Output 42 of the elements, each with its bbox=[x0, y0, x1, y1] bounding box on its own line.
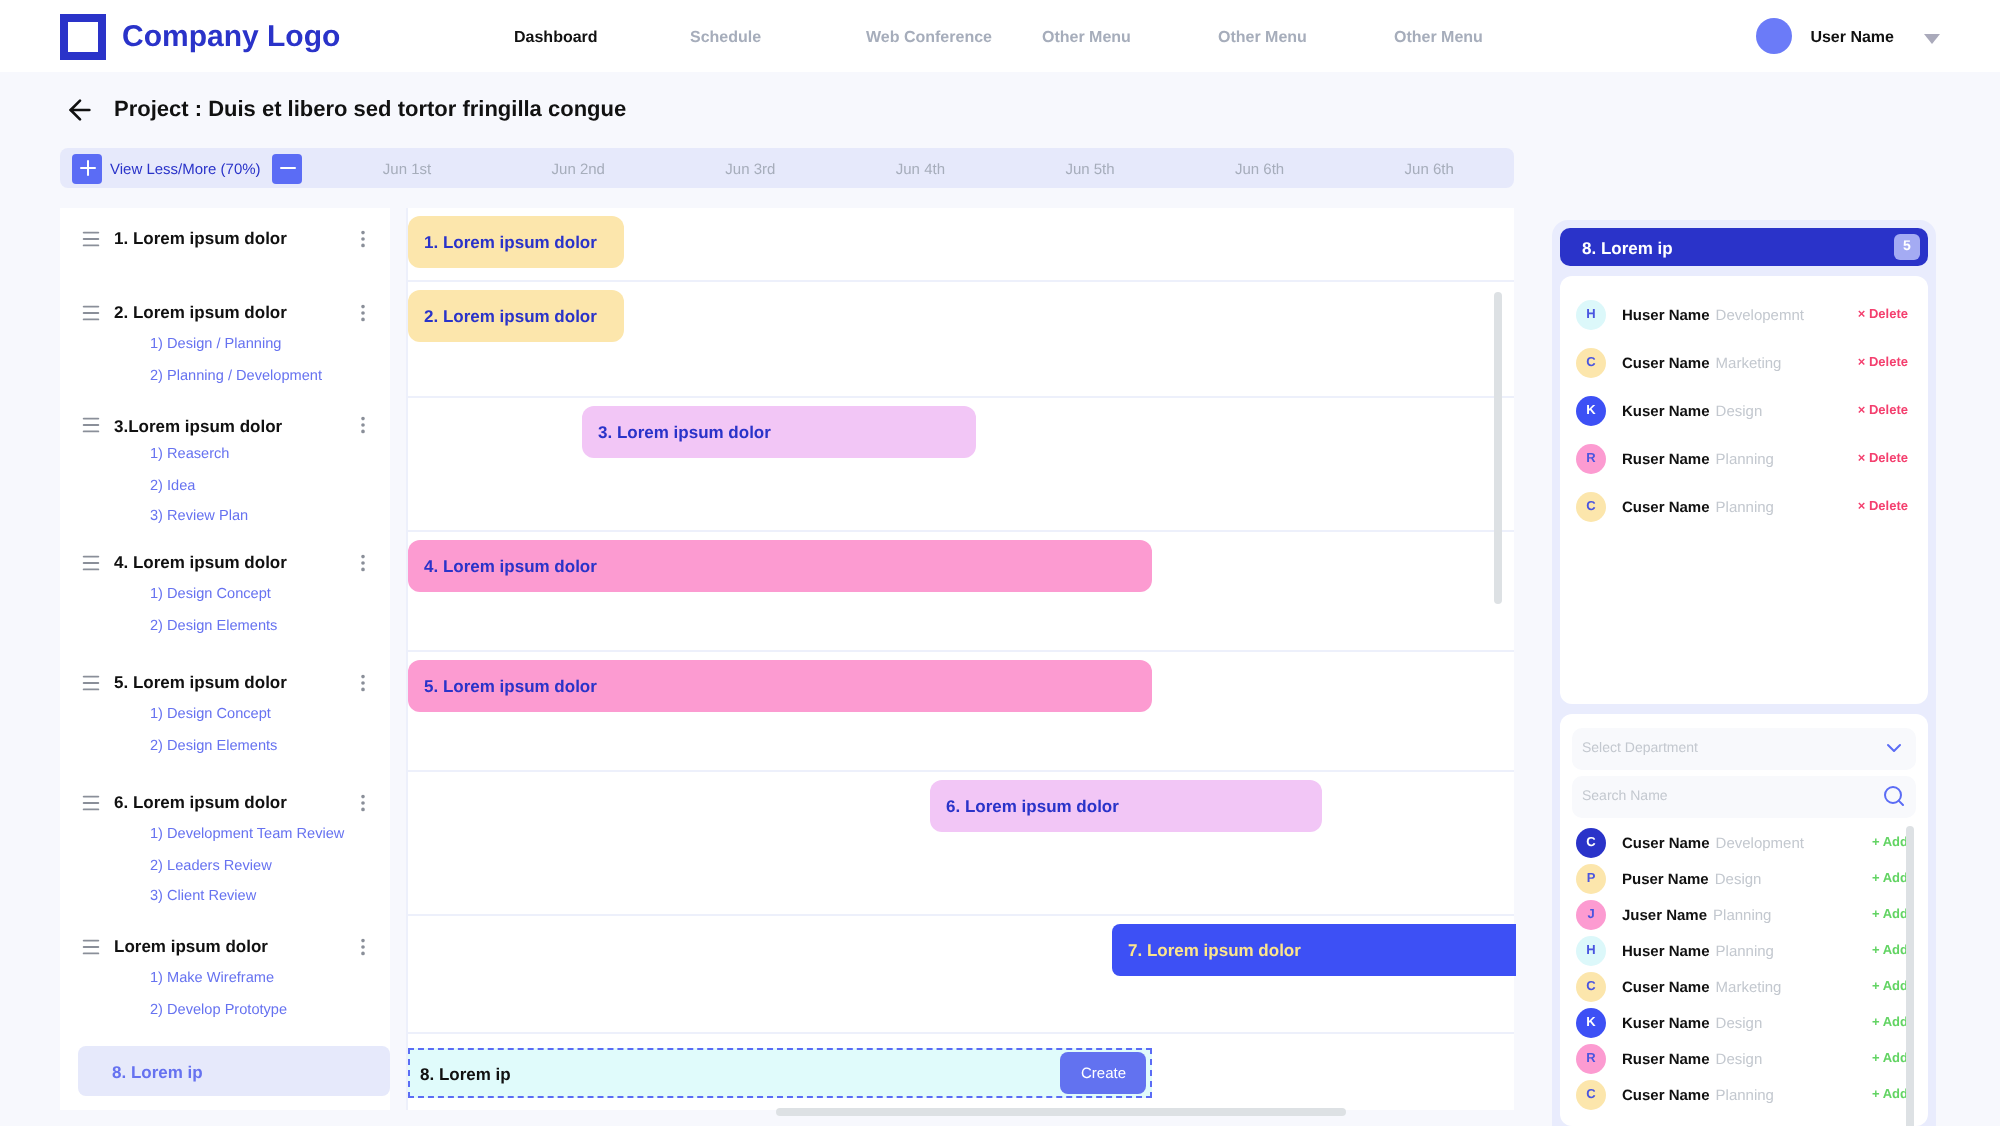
task-bar[interactable]: 1. Lorem ipsum dolor bbox=[408, 216, 624, 268]
nav-item[interactable]: Other Menu bbox=[1218, 27, 1394, 45]
zoom-in-button[interactable] bbox=[72, 153, 102, 183]
search-icon[interactable] bbox=[1882, 784, 1906, 808]
logo-icon bbox=[60, 13, 106, 59]
plus-icon bbox=[75, 156, 99, 180]
task-bar[interactable]: 3. Lorem ipsum dolor bbox=[582, 406, 976, 458]
caret-icon[interactable] bbox=[1924, 34, 1940, 44]
scrollbar[interactable] bbox=[1906, 826, 1914, 1126]
drag-handle-icon[interactable] bbox=[80, 935, 102, 957]
nav-item[interactable]: Dashboard bbox=[514, 27, 690, 45]
project-title: Project : Duis et libero sed tortor fringilla congue bbox=[114, 98, 627, 122]
task-bar[interactable]: 5. Lorem ipsum dolor bbox=[408, 660, 1152, 712]
task-bar[interactable]: 4. Lorem ipsum dolor bbox=[408, 540, 1152, 592]
nav-item[interactable]: Other Menu bbox=[1394, 27, 1570, 45]
task-title: 2. Lorem ipsum dolor bbox=[114, 302, 289, 322]
logo-text: Company Logo bbox=[122, 19, 341, 53]
drag-handle-icon[interactable] bbox=[80, 301, 102, 323]
team-title: 8. Lorem ip bbox=[1582, 237, 1673, 257]
drag-handle-icon[interactable] bbox=[80, 227, 102, 249]
drag-handle-icon[interactable] bbox=[80, 671, 102, 693]
task-title: 5. Lorem ipsum dolor bbox=[114, 672, 289, 692]
task-bar[interactable]: 2. Lorem ipsum dolor bbox=[408, 290, 624, 342]
zoom-out-button[interactable] bbox=[272, 153, 303, 183]
back-icon[interactable] bbox=[64, 94, 96, 126]
scrollbar[interactable] bbox=[1494, 292, 1502, 604]
task-title: 3.Lorem ipsum dolor bbox=[114, 415, 285, 436]
nav-item[interactable]: Other Menu bbox=[1042, 27, 1218, 45]
task-title: 6. Lorem ipsum dolor bbox=[114, 792, 289, 812]
user-name[interactable]: User Name bbox=[1810, 27, 1894, 45]
drag-handle-icon[interactable] bbox=[80, 414, 102, 437]
nav-item[interactable]: Web Conference bbox=[866, 27, 1042, 45]
selected-task[interactable]: 8. Lorem ip bbox=[78, 1046, 390, 1096]
drag-handle-icon[interactable] bbox=[80, 791, 102, 813]
nav-item[interactable]: Schedule bbox=[690, 27, 866, 45]
task-bar[interactable]: 7. Lorem ipsum dolor bbox=[1112, 924, 1516, 976]
task-title: Lorem ipsum dolor bbox=[114, 936, 270, 956]
task-bar[interactable]: 6. Lorem ipsum dolor bbox=[930, 780, 1322, 832]
task-title: 1. Lorem ipsum dolor bbox=[114, 228, 289, 248]
user-avatar[interactable] bbox=[1756, 18, 1793, 54]
drag-handle-icon[interactable] bbox=[80, 551, 102, 573]
task-title: 4. Lorem ipsum dolor bbox=[114, 552, 289, 572]
